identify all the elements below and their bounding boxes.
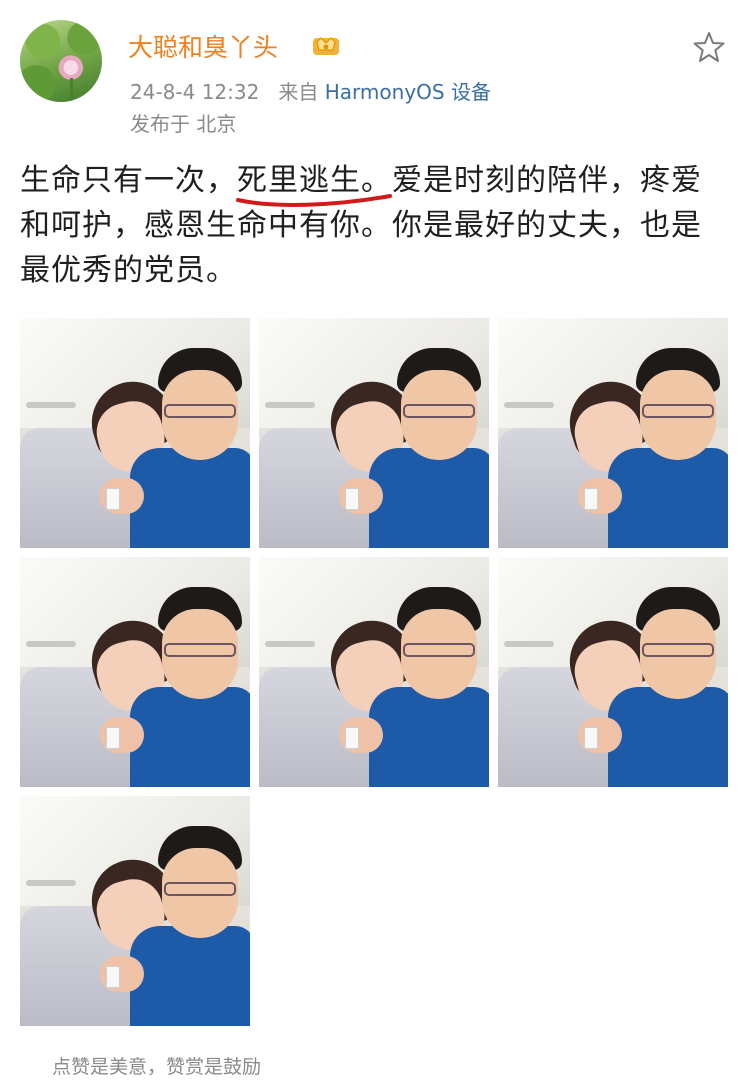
post-timestamp: 24-8-4 12:32 <box>130 80 260 104</box>
photo-thumbnail[interactable] <box>498 318 728 548</box>
source-prefix: 来自 <box>278 80 319 104</box>
source-device-link[interactable]: HarmonyOS 设备 <box>325 80 491 104</box>
avatar[interactable] <box>20 20 102 102</box>
photo-thumbnail[interactable] <box>259 557 489 787</box>
avatar-decoration <box>70 78 73 102</box>
vip-crown-icon <box>313 37 339 55</box>
post-location: 发布于 北京 <box>130 112 237 136</box>
photo-thumbnail[interactable] <box>20 796 250 1026</box>
red-underline-annotation <box>236 194 392 207</box>
reward-hint-text: 点赞是美意，赞赏是鼓励 <box>52 1056 262 1078</box>
post-meta: 24-8-4 12:32 来自 HarmonyOS 设备 <box>130 76 491 105</box>
photo-thumbnail[interactable] <box>20 557 250 787</box>
photo-grid <box>20 318 728 1028</box>
photo-thumbnail[interactable] <box>259 318 489 548</box>
star-outline-icon[interactable] <box>692 30 726 64</box>
author-name[interactable]: 大聪和臭丫头 <box>128 28 278 64</box>
photo-thumbnail[interactable] <box>20 318 250 548</box>
post-body-text: 生命只有一次，死里逃生。爱是时刻的陪伴，疼爱和呵护，感恩生命中有你。你是最好的丈… <box>20 163 702 288</box>
photo-thumbnail[interactable] <box>498 557 728 787</box>
